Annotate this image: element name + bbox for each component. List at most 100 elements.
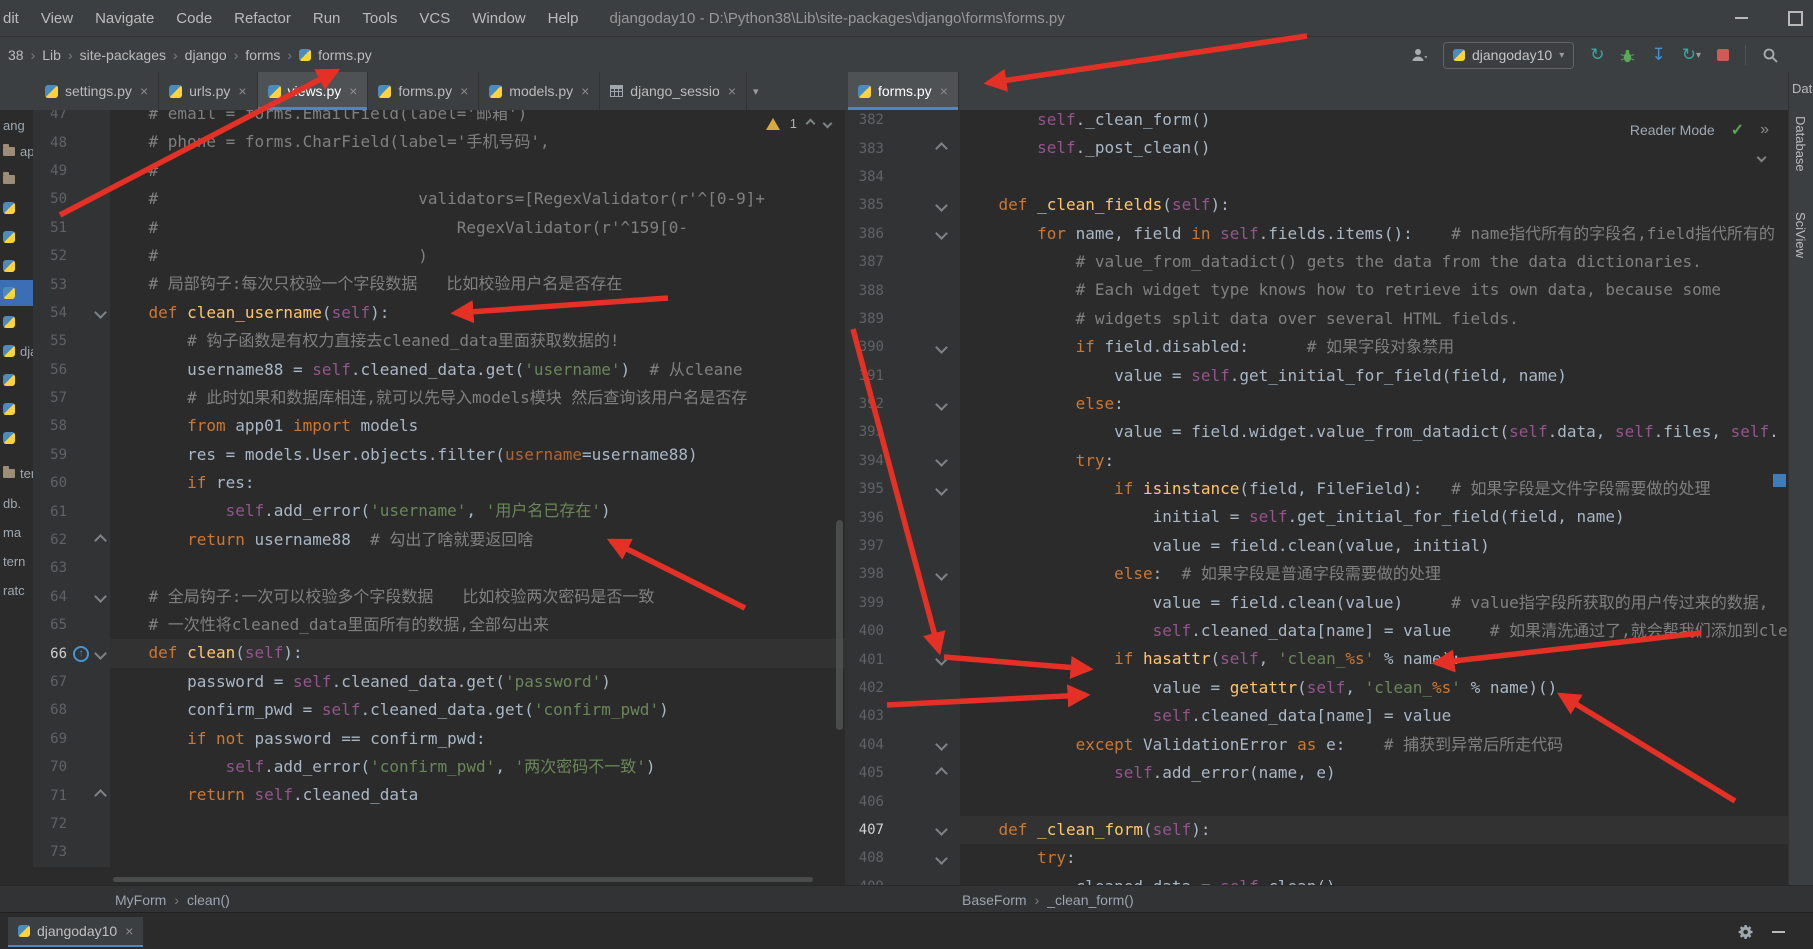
rerun-icon[interactable]: ↻ (1590, 45, 1604, 65)
prev-problem-icon[interactable] (805, 118, 816, 129)
code-line[interactable]: 50 # validators=[RegexValidator(r'^[0-9]… (33, 185, 845, 214)
code-line-text[interactable]: # (110, 157, 845, 185)
code-line[interactable]: 402 value = getattr(self, 'clean_%s' % n… (848, 673, 1789, 703)
code-line-text[interactable]: cleaned_data = self.clean() (960, 873, 1789, 885)
code-line[interactable]: 61 self.add_error('username', '用户名已存在') (33, 497, 845, 526)
menu-item-vcs[interactable]: VCS (408, 10, 461, 27)
code-line-text[interactable]: try: (960, 447, 1789, 475)
code-line[interactable]: 62 return username88 # 勾出了啥就要返回啥 (33, 525, 845, 555)
breadcrumb-item[interactable]: django (185, 47, 227, 63)
code-line[interactable]: 54 def clean_username(self): (33, 298, 845, 328)
code-line[interactable]: 68 confirm_pwd = self.cleaned_data.get('… (33, 696, 845, 725)
code-line-text[interactable]: self.cleaned_data[name] = value # 如果清洗通过… (960, 617, 1789, 645)
tab-close-icon[interactable]: × (140, 83, 148, 99)
code-line-text[interactable]: from app01 import models (110, 412, 845, 440)
project-tree-item[interactable] (0, 224, 33, 250)
tab-forms.py[interactable]: forms.py × (848, 72, 959, 110)
minimize-button[interactable] (1735, 17, 1748, 19)
fold-down-icon[interactable] (935, 851, 948, 865)
breadcrumb-class[interactable]: BaseForm (962, 892, 1027, 908)
project-tree-item[interactable] (0, 195, 33, 221)
menu-item-help[interactable]: Help (537, 10, 590, 27)
code-line[interactable]: 407 def _clean_form(self): (848, 815, 1789, 845)
tab-settings.py[interactable]: settings.py × (35, 72, 160, 110)
code-line-text[interactable]: if field.disabled: # 如果字段对象禁用 (960, 333, 1789, 361)
code-line[interactable]: 399 value = field.clean(value) # value指字… (848, 588, 1789, 618)
coverage-download-icon[interactable]: ↧ (1651, 45, 1665, 65)
menu-item-run[interactable]: Run (302, 10, 352, 27)
fold-up-icon[interactable] (935, 142, 948, 155)
code-line[interactable]: 67 password = self.cleaned_data.get('pas… (33, 667, 845, 697)
code-line-text[interactable]: value = self.get_initial_for_field(field… (960, 362, 1789, 390)
fold-down-icon[interactable] (935, 397, 948, 411)
menu-item-refactor[interactable]: Refactor (223, 10, 302, 27)
code-line[interactable]: 58 from app01 import models (33, 412, 845, 441)
fold-down-icon[interactable] (94, 647, 107, 660)
error-stripe-mark[interactable] (1773, 474, 1786, 487)
menu-item-tools[interactable]: Tools (351, 10, 408, 27)
code-line[interactable]: 390 if field.disabled: # 如果字段对象禁用 (848, 333, 1789, 362)
code-line-text[interactable]: # validators=[RegexValidator(r'^[0-9]+ (110, 185, 845, 213)
fold-down-icon[interactable] (935, 738, 948, 752)
code-line-text[interactable]: # ) (110, 242, 845, 270)
code-line[interactable]: 53 # 局部钩子:每次只校验一个字段数据 比如校验用户名是否存在 (33, 270, 845, 299)
code-line[interactable]: 55 # 钩子函数是有权力直接去cleaned_data里面获取数据的! (33, 327, 845, 356)
code-line[interactable]: 59 res = models.User.objects.filter(user… (33, 440, 845, 470)
fold-down-icon[interactable] (935, 823, 948, 837)
code-line-text[interactable]: if hasattr(self, 'clean_%s' % name): (960, 645, 1789, 673)
code-line[interactable]: 387 # value_from_datadict() gets the dat… (848, 247, 1789, 277)
breadcrumb-method[interactable]: _clean_form() (1047, 892, 1133, 908)
code-line-text[interactable]: # Each widget type knows how to retrieve… (960, 276, 1789, 304)
fold-down-icon[interactable] (94, 306, 107, 320)
breadcrumb-method[interactable]: clean() (187, 892, 230, 908)
menu-item-view[interactable]: View (30, 10, 84, 27)
code-line-text[interactable]: def clean_username(self): (110, 299, 845, 327)
search-icon[interactable] (1762, 47, 1779, 64)
code-line[interactable]: 65 # 一次性将cleaned_data里面所有的数据,全部勾出来 (33, 611, 845, 640)
breadcrumb-item[interactable]: site-packages (80, 47, 166, 63)
code-line-text[interactable]: return username88 # 勾出了啥就要返回啥 (110, 526, 845, 554)
tab-forms.py[interactable]: forms.py × (368, 72, 480, 110)
code-line[interactable]: 401 if hasattr(self, 'clean_%s' % name): (848, 645, 1789, 674)
code-line[interactable]: 63 (33, 554, 845, 583)
code-line[interactable]: 405 self.add_error(name, e) (848, 758, 1789, 788)
code-line[interactable]: 409 cleaned_data = self.clean() (848, 872, 1789, 885)
project-tree-item[interactable] (0, 367, 33, 393)
code-line-text[interactable]: # 一次性将cleaned_data里面所有的数据,全部勾出来 (110, 611, 845, 639)
project-tree-item[interactable]: tern (0, 548, 33, 574)
project-tree-item[interactable]: ma (0, 519, 33, 545)
code-line-text[interactable]: if isinstance(field, FileField): # 如果字段是… (960, 475, 1789, 503)
hide-tool-window-icon[interactable] (1772, 930, 1785, 933)
code-line-text[interactable]: return self.cleaned_data (110, 781, 845, 809)
fold-down-icon[interactable] (935, 454, 948, 468)
fold-up-icon[interactable] (94, 789, 107, 802)
code-line[interactable]: 66 ↑ def clean(self): (33, 639, 845, 668)
fold-up-icon[interactable] (935, 766, 948, 780)
tab-close-icon[interactable]: × (238, 83, 246, 99)
breadcrumb-item[interactable]: forms.py (318, 47, 372, 63)
code-line-text[interactable]: password = self.cleaned_data.get('passwo… (110, 668, 845, 696)
code-line[interactable]: 389 # widgets split data over several HT… (848, 304, 1789, 334)
tab-close-icon[interactable]: × (460, 83, 468, 99)
code-line-text[interactable]: # 全局钩子:一次可以校验多个字段数据 比如校验两次密码是否一致 (110, 583, 845, 611)
code-line[interactable]: 47 # email = forms.EmailField(label='邮箱'… (33, 110, 845, 129)
project-tree-item[interactable]: db. (0, 490, 33, 516)
code-line-text[interactable]: res = models.User.objects.filter(usernam… (110, 441, 845, 469)
code-line[interactable]: 404 except ValidationError as e: # 捕获到异常… (848, 730, 1789, 759)
project-tree-item[interactable]: dja (0, 338, 33, 364)
code-line-text[interactable]: def _clean_fields(self): (960, 191, 1789, 219)
tool-button-database-clipped[interactable]: Data (1792, 81, 1813, 96)
code-line-text[interactable]: if res: (110, 469, 845, 497)
project-sidebar-sliver[interactable]: ang app dja ten db. ma tern ratc (0, 110, 34, 885)
reader-mode-widget[interactable]: Reader Mode ✓ » (1630, 120, 1769, 140)
reader-mode-label[interactable]: Reader Mode (1630, 122, 1715, 138)
vertical-scrollbar[interactable] (836, 520, 843, 730)
fold-down-icon[interactable] (935, 227, 948, 241)
horizontal-scrollbar[interactable] (113, 877, 813, 882)
gear-icon[interactable] (1738, 924, 1754, 940)
code-line[interactable]: 48 # phone = forms.CharField(label='手机号码… (33, 128, 845, 157)
stop-icon[interactable] (1717, 49, 1729, 61)
tab-models.py[interactable]: models.py × (479, 72, 601, 110)
code-line-text[interactable]: value = field.widget.value_from_datadict… (960, 418, 1789, 446)
code-line[interactable]: 56 username88 = self.cleaned_data.get('u… (33, 355, 845, 384)
